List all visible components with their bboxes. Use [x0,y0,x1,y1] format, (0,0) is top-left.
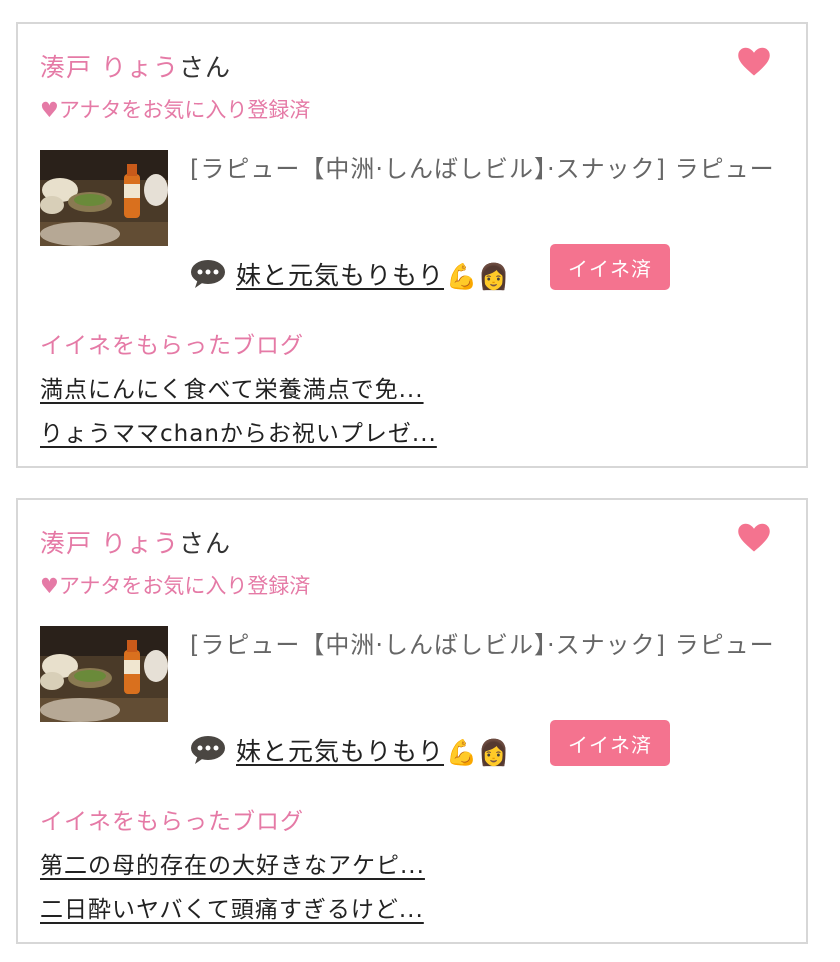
blog-link[interactable]: 二日酔いヤバくて頭痛すぎるけど... [40,890,424,924]
blog-link[interactable]: 第二の母的存在の大好きなアケピ... [40,846,425,880]
like-card: 湊戸 りょうさん ♥アナタをお気に入り登録済 [ラピュー【中洲·しんばしビル】·… [16,498,808,944]
speech-bubble-icon [191,260,225,288]
blog-link[interactable]: りょうママchanからお祝いプレゼ... [40,414,437,448]
message-row: 妹と元気もりもり💪👩 [190,254,510,294]
shop-thumbnail[interactable] [40,626,168,722]
liked-blogs-title: イイネをもらったブログ [40,333,304,359]
like-done-button[interactable]: イイネ済 [550,720,670,766]
user-name[interactable]: 湊戸 りょう [40,529,179,558]
speech-bubble-icon [191,736,225,764]
message-link[interactable]: 妹と元気もりもり💪👩 [236,256,510,292]
honorific: さん [178,529,231,558]
message-emojis: 💪👩 [446,262,511,291]
blog-link[interactable]: 満点にんにく食べて栄養満点で免... [40,370,424,404]
user-name-row[interactable]: 湊戸 りょうさん [40,524,231,560]
shop-info: [ラピュー【中洲·しんばしビル】·スナック] ラピュー [190,155,775,183]
message-link[interactable]: 妹と元気もりもり💪👩 [236,732,510,768]
liked-blogs-title: イイネをもらったブログ [40,809,304,835]
message-row: 妹と元気もりもり💪👩 [190,730,510,770]
favorite-status: ♥アナタをお気に入り登録済 [40,574,311,598]
user-name-row[interactable]: 湊戸 りょうさん [40,48,231,84]
like-done-button[interactable]: イイネ済 [550,244,670,290]
like-card: 湊戸 りょうさん ♥アナタをお気に入り登録済 [ラピュー【中洲·しんばしビル】·… [16,22,808,468]
favorite-status: ♥アナタをお気に入り登録済 [40,98,311,122]
user-name[interactable]: 湊戸 りょう [40,53,179,82]
shop-thumbnail[interactable] [40,150,168,246]
heart-icon[interactable] [736,44,772,80]
honorific: さん [178,53,231,82]
heart-icon[interactable] [736,520,772,556]
shop-info: [ラピュー【中洲·しんばしビル】·スナック] ラピュー [190,631,775,659]
message-emojis: 💪👩 [446,738,511,767]
